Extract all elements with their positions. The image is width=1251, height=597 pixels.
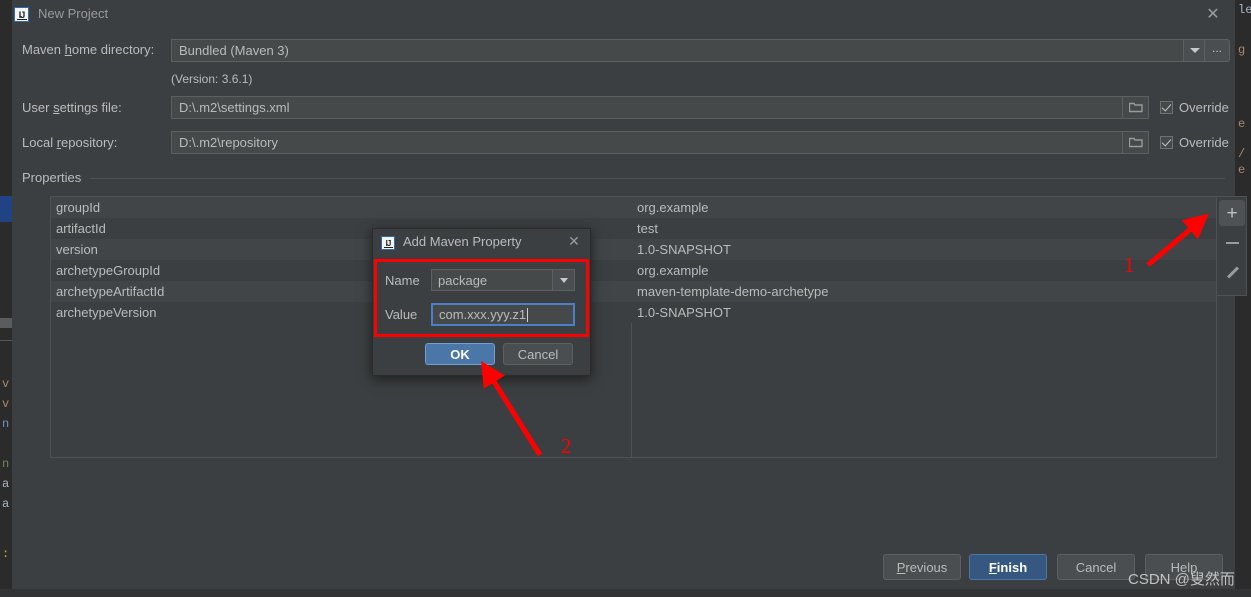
cancel-button[interactable]: Cancel: [1057, 554, 1135, 580]
property-name-cell: version: [56, 242, 98, 257]
ide-code-fragment: /: [1238, 147, 1246, 161]
ide-code-fragment: n: [2, 457, 10, 471]
csdn-watermark: CSDN @叟然而: [1128, 571, 1235, 588]
property-value-cell: 1.0-SNAPSHOT: [637, 305, 731, 320]
property-name-cell: artifactId: [56, 221, 106, 236]
maven-version-note: (Version: 3.6.1): [171, 72, 253, 86]
previous-accel: P: [896, 559, 906, 575]
ide-code-fragment: a: [2, 477, 10, 491]
user-settings-input[interactable]: D:\.m2\settings.xml: [171, 96, 1123, 119]
chevron-down-icon[interactable]: [553, 269, 575, 291]
ide-code-fragment: e: [1238, 163, 1246, 177]
new-project-window: IJ New Project ✕ Maven home directory: B…: [12, 0, 1247, 597]
ide-code-fragment: a: [2, 497, 10, 511]
table-row[interactable]: groupId org.example: [51, 197, 1216, 218]
user-settings-label-post: ettings file:: [59, 100, 122, 115]
property-value-cell: org.example: [637, 263, 709, 278]
ide-code-fragment: le: [1238, 3, 1251, 17]
property-value-cell: org.example: [637, 200, 709, 215]
checkbox-box: [1160, 136, 1173, 149]
edit-pencil-icon: [1225, 266, 1240, 281]
maven-home-label-post: ome directory:: [71, 42, 155, 57]
maven-home-label-accel: h: [64, 42, 72, 57]
local-repository-label: Local repository:: [22, 135, 117, 150]
name-field-label: Name: [385, 273, 420, 288]
properties-table[interactable]: groupId org.example artifactId test vers…: [50, 196, 1217, 458]
finish-accel: F: [988, 559, 997, 575]
property-name-cell: archetypeArtifactId: [56, 284, 165, 299]
close-icon[interactable]: ✕: [566, 233, 582, 249]
table-row[interactable]: version 1.0-SNAPSHOT: [51, 239, 1216, 260]
table-row[interactable]: archetypeArtifactId maven-template-demo-…: [51, 281, 1216, 302]
ide-gutter-marker: [0, 196, 12, 222]
value-input[interactable]: com.xxx.yyy.z1: [431, 303, 575, 326]
table-row[interactable]: archetypeVersion 1.0-SNAPSHOT: [51, 302, 1216, 323]
ide-separator: [0, 340, 12, 341]
property-name-cell: archetypeGroupId: [56, 263, 161, 278]
ide-scrollbar-thumb[interactable]: [0, 318, 12, 328]
screenshot-root: v v n n a a : le g e / e IJ New Project …: [0, 0, 1251, 597]
ide-code-fragment: v: [2, 397, 10, 411]
maven-home-label-pre: Maven: [22, 42, 65, 57]
previous-button[interactable]: Previous: [883, 554, 961, 580]
properties-toolbar: +: [1217, 196, 1247, 296]
previous-label: revious: [905, 559, 948, 575]
property-value-cell: test: [637, 221, 658, 236]
folder-icon: [1128, 137, 1143, 148]
ide-code-fragment: :: [2, 547, 10, 561]
finish-label: inish: [996, 559, 1028, 575]
table-row[interactable]: archetypeGroupId org.example: [51, 260, 1216, 281]
ide-code-fragment: g: [1238, 43, 1246, 57]
text-cursor: [527, 307, 529, 322]
bottom-strip: [0, 589, 1251, 597]
dialog-cancel-button[interactable]: Cancel: [503, 343, 573, 365]
add-maven-property-dialog: IJ Add Maven Property ✕ Name package Val…: [372, 228, 591, 376]
window-titlebar: IJ New Project ✕: [12, 0, 1235, 30]
maven-home-label: Maven home directory:: [22, 42, 154, 57]
local-repository-browse-button[interactable]: [1123, 131, 1149, 154]
minus-icon: [1225, 242, 1239, 244]
add-property-button[interactable]: +: [1219, 200, 1245, 226]
property-value-cell: 1.0-SNAPSHOT: [637, 242, 731, 257]
maven-home-dropdown-arrow[interactable]: [1184, 39, 1206, 62]
checkbox-box: [1160, 101, 1173, 114]
ok-button[interactable]: OK: [425, 343, 495, 365]
user-settings-override-checkbox[interactable]: Override: [1160, 100, 1229, 115]
close-icon[interactable]: ✕: [1203, 5, 1223, 25]
ide-code-fragment: n: [2, 417, 10, 431]
property-name-cell: archetypeVersion: [56, 305, 157, 320]
property-value-cell: maven-template-demo-archetype: [637, 284, 829, 299]
local-repository-override-checkbox[interactable]: Override: [1160, 135, 1229, 150]
user-settings-label-pre: User: [22, 100, 54, 115]
window-title: New Project: [38, 6, 109, 21]
table-row[interactable]: artifactId test: [51, 218, 1216, 239]
override-label: Override: [1179, 135, 1229, 150]
properties-section-label: Properties: [22, 170, 89, 185]
maven-home-browse-button[interactable]: ...: [1204, 39, 1230, 62]
plus-icon: +: [1226, 202, 1238, 224]
remove-property-button[interactable]: [1219, 230, 1245, 256]
ide-background-left-edge: v v n n a a :: [0, 0, 12, 597]
local-repository-label-pre: Local: [22, 135, 57, 150]
dialog-title: Add Maven Property: [403, 234, 522, 249]
maven-home-input[interactable]: Bundled (Maven 3): [171, 39, 1184, 62]
folder-icon: [1128, 102, 1143, 113]
ide-code-fragment: v: [2, 377, 10, 391]
ide-background-right-edge: le g e / e: [1235, 0, 1251, 597]
local-repository-label-post: epository:: [61, 135, 118, 150]
value-field-label: Value: [385, 307, 418, 322]
property-name-cell: groupId: [56, 200, 101, 215]
user-settings-label: User settings file:: [22, 100, 122, 115]
intellij-idea-icon: IJ: [381, 236, 395, 250]
user-settings-browse-button[interactable]: [1123, 96, 1149, 119]
intellij-idea-icon: IJ: [14, 7, 29, 22]
section-divider: [90, 178, 1225, 179]
name-combobox[interactable]: package: [431, 269, 553, 291]
ide-code-fragment: e: [1238, 117, 1246, 131]
edit-property-button[interactable]: [1219, 260, 1245, 286]
value-input-text: com.xxx.yyy.z1: [439, 307, 527, 322]
finish-button[interactable]: Finish: [969, 554, 1047, 580]
override-label: Override: [1179, 100, 1229, 115]
local-repository-input[interactable]: D:\.m2\repository: [171, 131, 1123, 154]
